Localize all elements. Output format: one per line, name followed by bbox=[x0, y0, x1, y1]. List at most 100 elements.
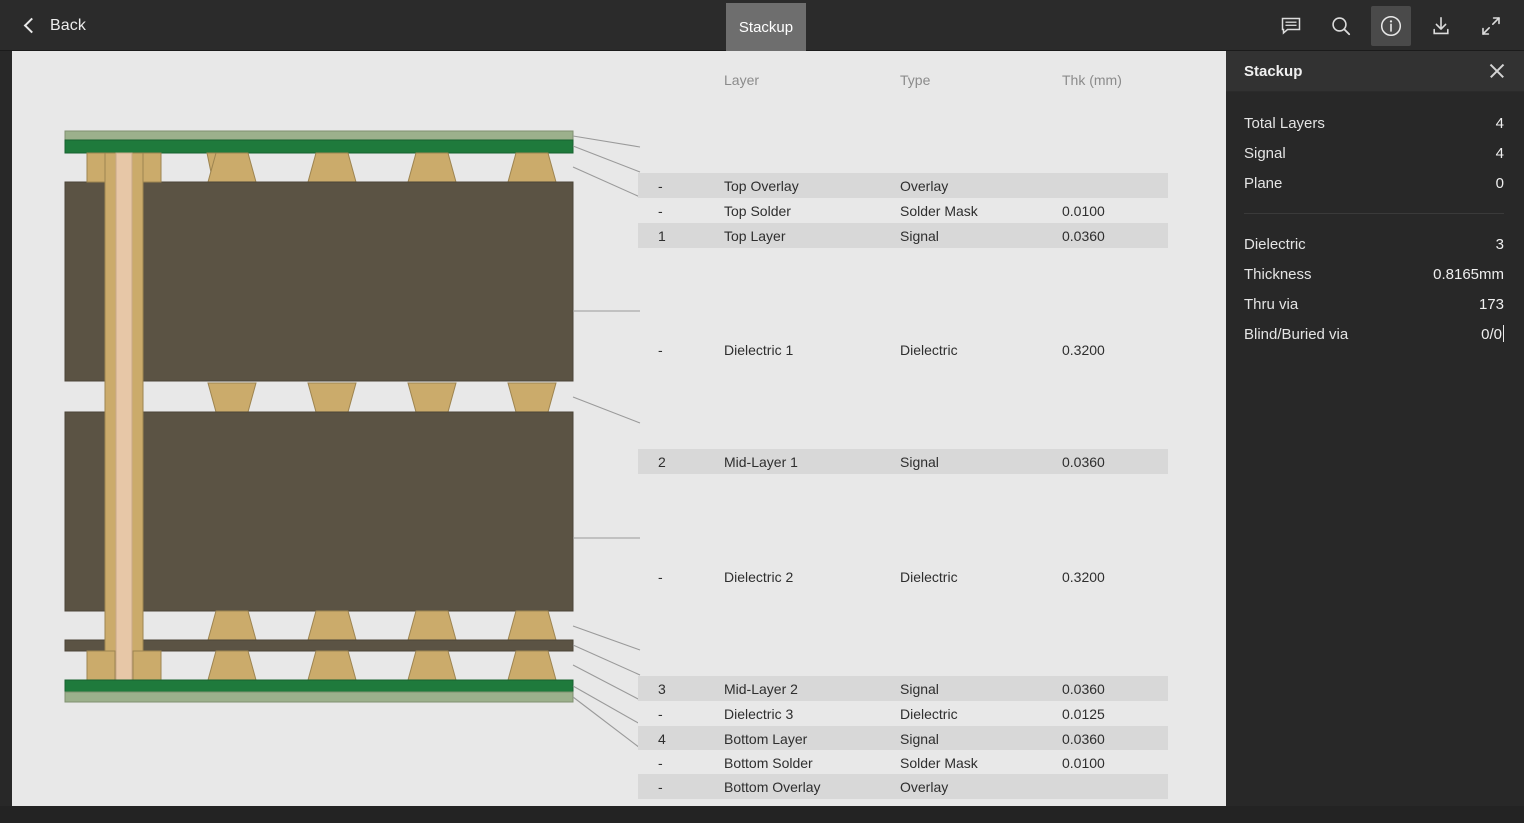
search-icon bbox=[1332, 16, 1351, 35]
panel-row-key: Dielectric bbox=[1244, 235, 1306, 253]
table-row[interactable]: - Dielectric 1 Dielectric 0.3200 bbox=[638, 337, 1168, 362]
cell-layer: Bottom Solder bbox=[724, 754, 813, 771]
layer-mid1-copper-trapezoids bbox=[207, 382, 557, 413]
table-row[interactable]: - Bottom Solder Solder Mask 0.0100 bbox=[638, 750, 1168, 775]
info-icon-button[interactable] bbox=[1371, 5, 1411, 46]
comment-icon-button[interactable] bbox=[1271, 6, 1311, 46]
table-row[interactable]: - Dielectric 3 Dielectric 0.0125 bbox=[638, 701, 1168, 726]
panel-row-key: Total Layers bbox=[1244, 114, 1325, 132]
table-row[interactable]: 4 Bottom Layer Signal 0.0360 bbox=[638, 726, 1168, 751]
panel-row-key: Blind/Buried via bbox=[1244, 325, 1349, 343]
cell-layer: Top Solder bbox=[724, 202, 791, 219]
left-rail bbox=[0, 51, 12, 806]
panel-row-value[interactable]: 4 bbox=[1496, 145, 1504, 162]
panel-row-value[interactable]: 0 bbox=[1496, 175, 1504, 192]
panel-group-properties: Dielectric 3 Thickness 0.8165mm Thru via 173 B… bbox=[1244, 229, 1504, 349]
cell-num: 2 bbox=[658, 453, 666, 470]
cell-layer: Bottom Layer bbox=[724, 730, 808, 747]
download-icon-button[interactable] bbox=[1421, 6, 1461, 46]
panel-row-value[interactable]: 3 bbox=[1496, 236, 1504, 253]
stackup-info-panel: Stackup Total Layers 4 Signal 4 Plane 0 Diele… bbox=[1226, 51, 1524, 806]
panel-body: Total Layers 4 Signal 4 Plane 0 Dielectric 3 Th… bbox=[1226, 92, 1524, 349]
back-button[interactable]: Back bbox=[22, 0, 86, 51]
stackup-table: Layer Type Thk (mm) - Top Overlay Overlay -… bbox=[638, 67, 1168, 806]
cell-layer: Bottom Overlay bbox=[724, 778, 821, 795]
table-row[interactable]: 1 Top Layer Signal 0.0360 bbox=[638, 223, 1168, 248]
cell-num: - bbox=[658, 754, 663, 771]
stackup-canvas[interactable]: Layer Type Thk (mm) - Top Overlay Overlay -… bbox=[12, 51, 1226, 806]
cell-layer: Dielectric 3 bbox=[724, 705, 794, 722]
panel-header: Stackup bbox=[1226, 51, 1524, 92]
cell-layer: Top Overlay bbox=[724, 177, 799, 194]
cell-type: Signal bbox=[900, 730, 939, 747]
toolbar-icons bbox=[1266, 0, 1516, 51]
panel-row-value[interactable]: 4 bbox=[1496, 115, 1504, 132]
panel-row-key: Plane bbox=[1244, 174, 1283, 192]
header-thk: Thk (mm) bbox=[1062, 72, 1122, 88]
layer-top-copper-trapezoids bbox=[207, 152, 557, 183]
panel-group-layers: Total Layers 4 Signal 4 Plane 0 bbox=[1244, 108, 1504, 198]
top-toolbar: Back Stackup bbox=[0, 0, 1524, 51]
leader-lines bbox=[572, 135, 641, 749]
cell-type: Overlay bbox=[900, 177, 949, 194]
cell-type: Solder Mask bbox=[900, 754, 978, 771]
cell-layer: Mid-Layer 2 bbox=[724, 680, 798, 697]
comment-icon bbox=[1281, 17, 1301, 35]
cell-num: - bbox=[658, 778, 663, 795]
bottom-rail bbox=[0, 806, 1524, 823]
tab-stackup[interactable]: Stackup bbox=[726, 3, 806, 51]
table-row[interactable]: - Top Overlay Overlay bbox=[638, 173, 1168, 198]
fullscreen-expand-icon bbox=[1482, 16, 1500, 35]
header-type: Type bbox=[900, 72, 931, 88]
cell-type: Dielectric bbox=[900, 705, 958, 722]
stackup-table-header: Layer Type Thk (mm) bbox=[638, 67, 1168, 93]
cell-thk: 0.0360 bbox=[1062, 227, 1105, 244]
cell-num: 3 bbox=[658, 680, 666, 697]
text-cursor bbox=[1503, 325, 1504, 342]
cell-type: Signal bbox=[900, 680, 939, 697]
cell-type: Signal bbox=[900, 453, 939, 470]
close-icon[interactable] bbox=[1488, 62, 1506, 80]
cell-num: - bbox=[658, 341, 663, 358]
panel-row-value[interactable]: 173 bbox=[1479, 296, 1504, 313]
header-layer: Layer bbox=[724, 72, 760, 88]
fullscreen-expand-icon-button[interactable] bbox=[1471, 6, 1511, 46]
panel-row: Signal 4 bbox=[1244, 138, 1504, 168]
panel-row-key: Signal bbox=[1244, 144, 1286, 162]
panel-row: Thickness 0.8165mm bbox=[1244, 259, 1504, 289]
cell-layer: Top Layer bbox=[724, 227, 786, 244]
back-button-label: Back bbox=[50, 16, 86, 34]
search-icon-button[interactable] bbox=[1321, 6, 1361, 46]
panel-row-value[interactable]: 0/0 bbox=[1481, 325, 1504, 343]
cell-thk: 0.0100 bbox=[1062, 754, 1105, 771]
panel-row: Thru via 173 bbox=[1244, 289, 1504, 319]
layer-mid2-copper-trapezoids bbox=[207, 610, 557, 641]
table-row[interactable]: 3 Mid-Layer 2 Signal 0.0360 bbox=[638, 676, 1168, 701]
cell-type: Solder Mask bbox=[900, 202, 978, 219]
table-row[interactable]: - Bottom Overlay Overlay bbox=[638, 774, 1168, 799]
panel-row-value[interactable]: 0.8165mm bbox=[1433, 266, 1504, 283]
cell-thk: 0.0360 bbox=[1062, 453, 1105, 470]
panel-title: Stackup bbox=[1244, 62, 1303, 80]
panel-row-key: Thickness bbox=[1244, 265, 1312, 283]
layer-bottom-copper-trapezoids bbox=[207, 650, 557, 681]
cell-num: 1 bbox=[658, 227, 666, 244]
table-row[interactable]: - Dielectric 2 Dielectric 0.3200 bbox=[638, 564, 1168, 589]
stackup-viewer-app: Back Stackup Layer Type Thk (mm) - Top O… bbox=[0, 0, 1524, 823]
download-icon bbox=[1433, 16, 1449, 34]
cell-type: Signal bbox=[900, 227, 939, 244]
cell-num: - bbox=[658, 568, 663, 585]
cell-num: - bbox=[658, 177, 663, 194]
table-row[interactable]: - Top Solder Solder Mask 0.0100 bbox=[638, 198, 1168, 223]
layer-bottom-overlay bbox=[64, 691, 574, 703]
stackup-table-body: - Top Overlay Overlay - Top Solder Solder Mas… bbox=[638, 93, 1168, 806]
cell-thk: 0.0100 bbox=[1062, 202, 1105, 219]
table-row[interactable]: 2 Mid-Layer 1 Signal 0.0360 bbox=[638, 449, 1168, 474]
cell-thk: 0.3200 bbox=[1062, 568, 1105, 585]
panel-row-key: Thru via bbox=[1244, 295, 1299, 313]
panel-row: Total Layers 4 bbox=[1244, 108, 1504, 138]
layer-top-solder bbox=[64, 139, 574, 154]
cell-type: Overlay bbox=[900, 778, 949, 795]
cell-num: 4 bbox=[658, 730, 666, 747]
cell-num: - bbox=[658, 705, 663, 722]
